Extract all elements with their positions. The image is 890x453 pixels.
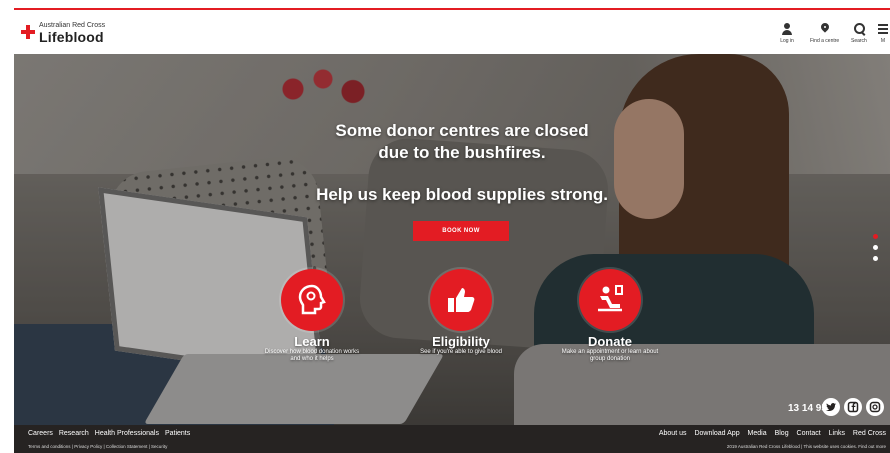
donate-circle[interactable]	[579, 269, 641, 331]
footer-link-research[interactable]: Research	[59, 430, 89, 437]
footer-legal-links[interactable]: Terms and conditions | Privacy Policy | …	[28, 444, 167, 449]
user-icon	[780, 22, 794, 36]
donate-title[interactable]: Donate	[550, 334, 670, 349]
login-button[interactable]: Log in	[780, 22, 794, 44]
top-accent-bar	[0, 0, 890, 10]
head-icon	[298, 284, 326, 315]
footer-link-about-us[interactable]: About us	[659, 430, 687, 437]
lifeblood-logo[interactable]: Australian Red Cross Lifeblood	[21, 22, 151, 48]
instagram-link[interactable]	[866, 398, 884, 416]
menu-button[interactable]: M	[876, 22, 890, 44]
hero-headline-line2: due to the bushfires.	[378, 143, 546, 162]
learn-circle[interactable]	[281, 269, 343, 331]
carousel-dot-2[interactable]	[873, 245, 878, 250]
eligibility-circle[interactable]	[430, 269, 492, 331]
footer-link-media[interactable]: Media	[748, 430, 767, 437]
thumbs-up-icon	[448, 288, 475, 312]
footer-link-blog[interactable]: Blog	[775, 430, 789, 437]
location-pin-icon	[818, 22, 832, 36]
site-header: Australian Red Cross Lifeblood Log in Fi…	[0, 10, 890, 54]
eligibility-description: See if you're able to give blood	[420, 349, 502, 355]
search-icon	[852, 22, 866, 36]
hero-headline: Some donor centres are closed due to the…	[244, 120, 680, 164]
hero-subheadline: Help us keep blood supplies strong.	[316, 185, 608, 204]
hero-headline-line1: Some donor centres are closed	[335, 121, 589, 140]
hero-banner: Some donor centres are closed due to the…	[14, 54, 890, 425]
footer-link-links[interactable]: Links	[829, 430, 845, 437]
donor-chair-icon	[598, 285, 623, 312]
donate-description: Make an appointment or learn about group…	[561, 349, 659, 362]
eligibility-title[interactable]: Eligibility	[401, 334, 521, 349]
twitter-icon	[826, 403, 836, 411]
search-label: Search	[851, 38, 867, 44]
carousel-dot-1[interactable]	[873, 234, 878, 239]
learn-description: Discover how blood donation works and wh…	[264, 349, 360, 362]
footer-copyright: 2019 Australian Red Cross Lifeblood | Th…	[726, 444, 886, 449]
carousel-dots	[873, 234, 881, 267]
logo-org-name: Australian Red Cross	[39, 22, 106, 29]
footer-left-links: Careers Research Health Professionals Pa…	[28, 430, 194, 437]
instagram-icon	[869, 401, 881, 413]
menu-label: M	[880, 38, 886, 44]
search-button[interactable]: Search	[851, 22, 867, 44]
find-centre-button[interactable]: Find a centre	[810, 22, 839, 44]
feature-learn[interactable]: Learn Discover how blood donation works …	[252, 269, 372, 363]
feature-eligibility[interactable]: Eligibility See if you're able to give b…	[401, 269, 521, 356]
footer-link-download-app[interactable]: Download App	[694, 430, 739, 437]
book-now-button[interactable]: BOOK NOW	[413, 221, 509, 241]
phone-number[interactable]: 13 14 95	[788, 403, 827, 414]
facebook-icon	[847, 401, 859, 413]
footer-link-contact[interactable]: Contact	[797, 430, 821, 437]
find-centre-label: Find a centre	[810, 38, 840, 44]
feature-donate[interactable]: Donate Make an appointment or learn abou…	[550, 269, 670, 363]
footer-link-patients[interactable]: Patients	[165, 430, 190, 437]
menu-icon	[876, 22, 890, 36]
footer-link-careers[interactable]: Careers	[28, 430, 53, 437]
site-footer: Careers Research Health Professionals Pa…	[14, 425, 890, 453]
footer-right-links: About us Download App Media Blog Contact…	[653, 430, 886, 437]
learn-title[interactable]: Learn	[252, 334, 372, 349]
facebook-link[interactable]	[844, 398, 862, 416]
footer-link-health-professionals[interactable]: Health Professionals	[95, 430, 159, 437]
footer-link-red-cross[interactable]: Red Cross	[853, 430, 886, 437]
red-cross-icon	[21, 25, 35, 39]
twitter-link[interactable]	[822, 398, 840, 416]
login-label: Log in	[780, 38, 794, 44]
carousel-dot-3[interactable]	[873, 256, 878, 261]
logo-brand-name: Lifeblood	[39, 29, 104, 45]
